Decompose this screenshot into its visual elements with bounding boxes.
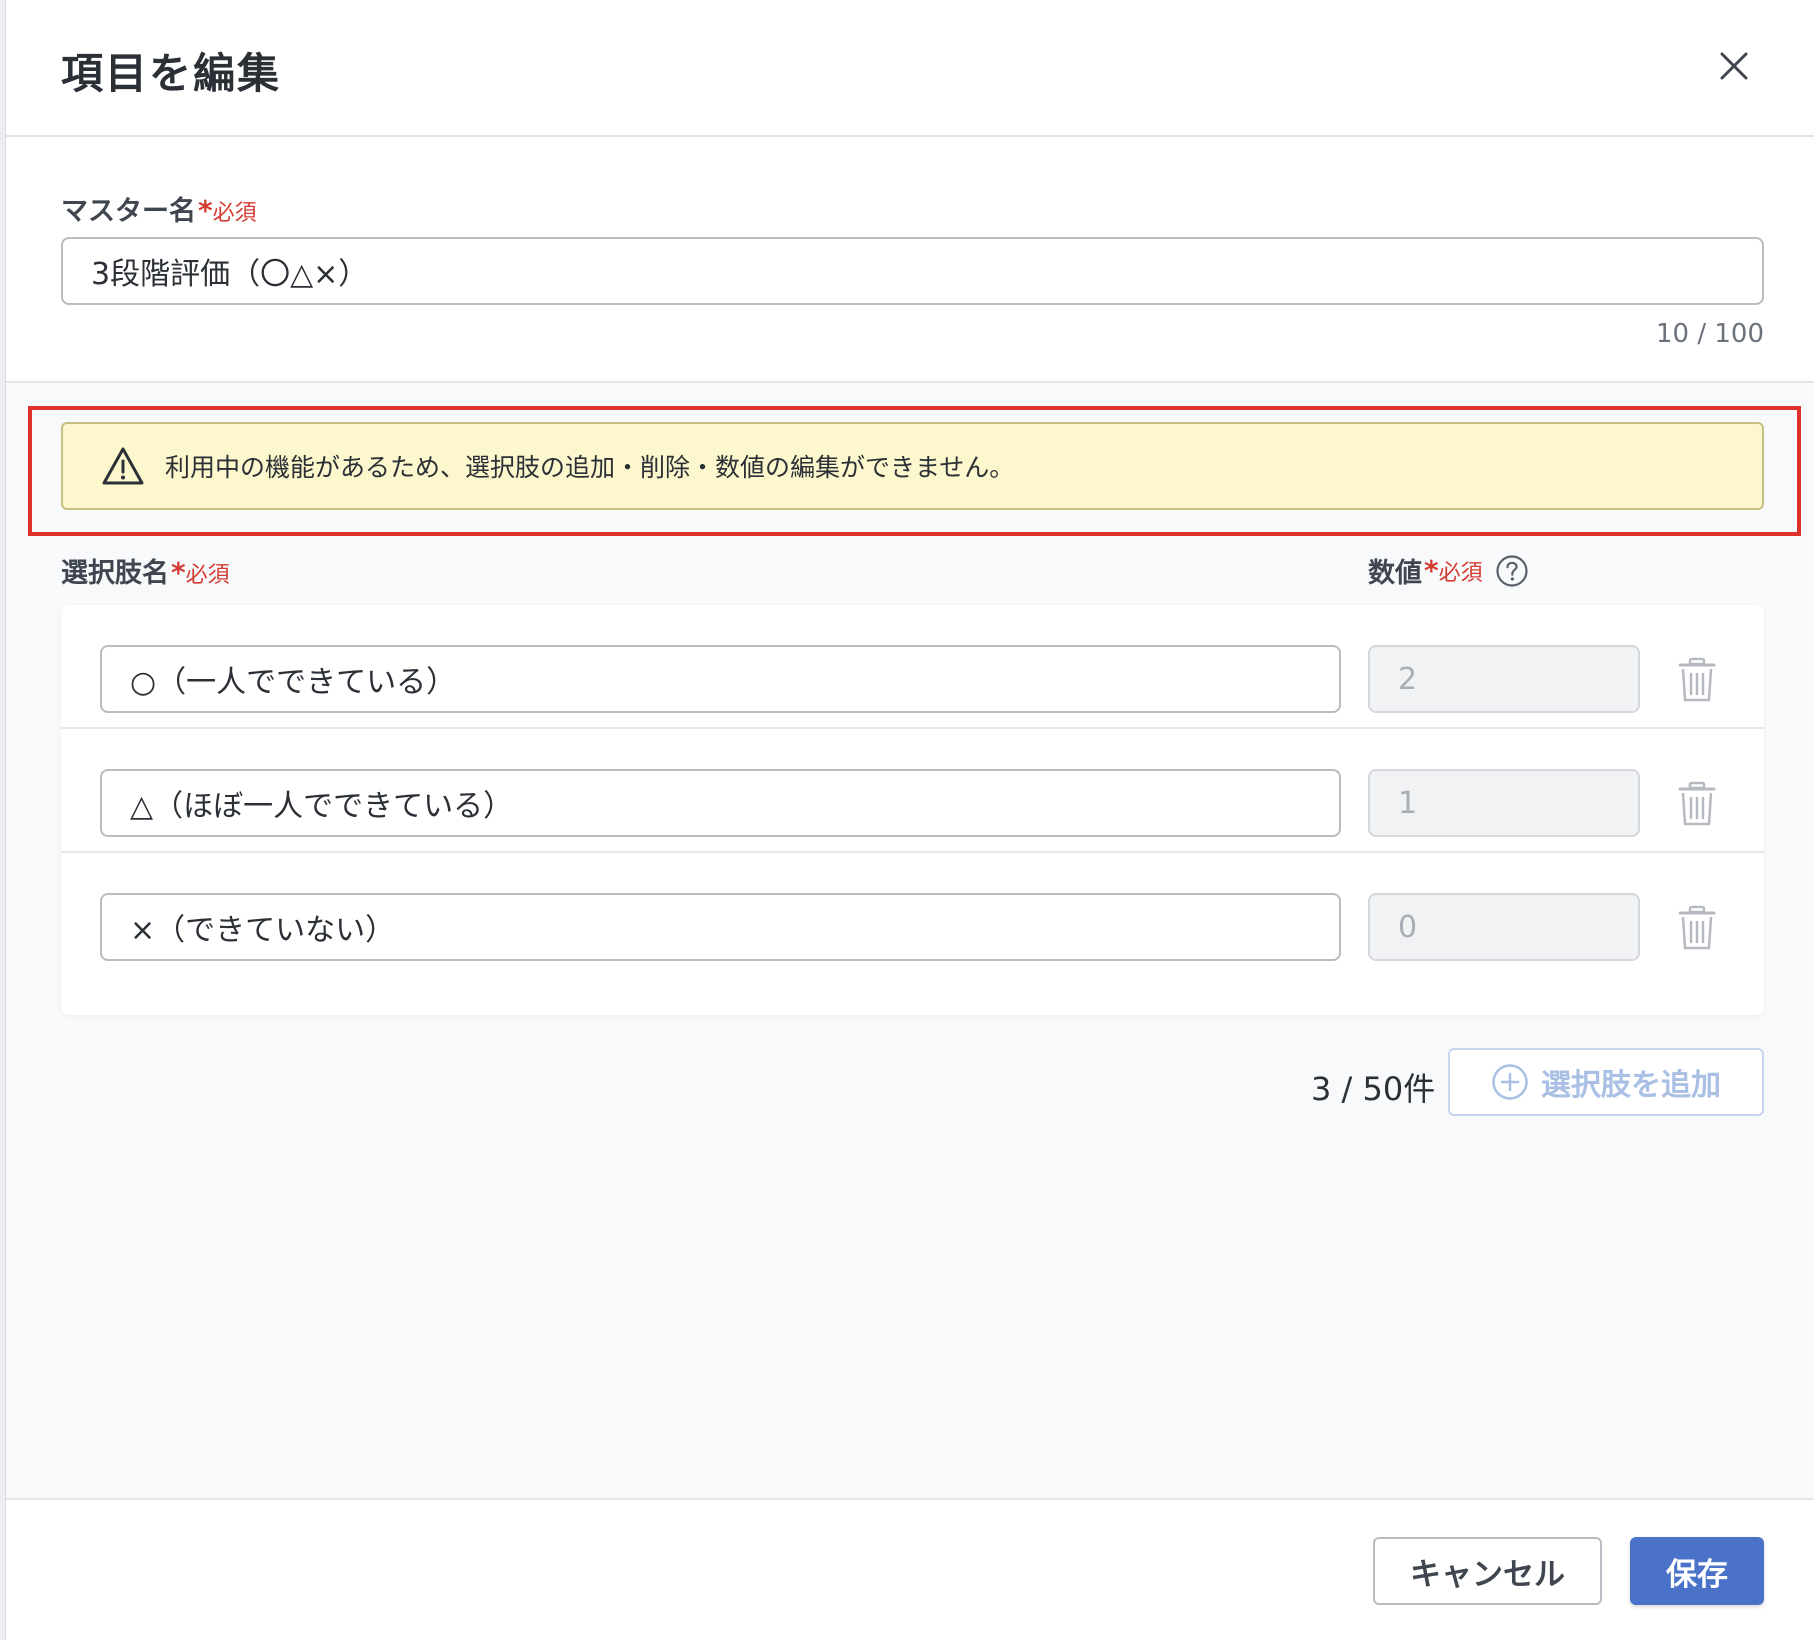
dialog-footer: キャンセル 保存 [6, 1498, 1814, 1640]
master-name-label-text: マスター名 [61, 196, 196, 227]
choices-section: 利用中の機能があるため、選択肢の追加・削除・数値の編集ができません。 選択肢名*… [6, 383, 1814, 1498]
trash-icon [1678, 905, 1716, 950]
required-star: * [171, 556, 186, 589]
required-star: * [1424, 554, 1439, 587]
warning-text: 利用中の機能があるため、選択肢の追加・削除・数値の編集ができません。 [165, 453, 1015, 482]
close-icon [1720, 52, 1748, 80]
plus-circle-icon [1492, 1064, 1528, 1100]
choice-count: 3 / 50件 [1311, 1070, 1436, 1108]
choice-name-label: 選択肢名*必須 [61, 551, 230, 590]
choice-name-value: ○（一人でできている） [130, 665, 457, 700]
choice-value-input: 2 [1368, 645, 1640, 713]
required-text: 必須 [212, 201, 257, 226]
edit-item-dialog: 項目を編集 マスター名*必須 3段階評価（〇△×） 10 / 100 利用中の機… [5, 0, 1814, 1640]
character-counter: 10 / 100 [1656, 319, 1764, 349]
choice-row: ×（できていない） 0 [61, 853, 1764, 977]
choice-value: 1 [1398, 785, 1418, 821]
warning-banner: 利用中の機能があるため、選択肢の追加・削除・数値の編集ができません。 [61, 422, 1764, 510]
value-label: 数値 * 必須 [1368, 551, 1529, 590]
choice-row: ○（一人でできている） 2 [61, 605, 1764, 729]
choice-name-input[interactable]: △（ほぼ一人でできている） [100, 769, 1341, 837]
add-choice-button: 選択肢を追加 [1448, 1048, 1764, 1116]
choice-value-input: 1 [1368, 769, 1640, 837]
choice-name-input[interactable]: ×（できていない） [100, 893, 1341, 961]
choices-footer: 3 / 50件 選択肢を追加 [6, 1048, 1814, 1118]
master-name-section: マスター名*必須 3段階評価（〇△×） 10 / 100 [6, 137, 1814, 383]
choice-value: 2 [1398, 661, 1418, 697]
master-name-value: 3段階評価（〇△×） [91, 257, 369, 292]
choice-value-input: 0 [1368, 893, 1640, 961]
close-button[interactable] [1712, 44, 1756, 88]
dialog-title: 項目を編集 [61, 49, 282, 98]
help-icon[interactable] [1495, 554, 1529, 588]
add-choice-label: 選択肢を追加 [1541, 1068, 1721, 1103]
master-name-label: マスター名*必須 [61, 189, 257, 228]
choice-name-label-text: 選択肢名 [61, 558, 169, 589]
choices-list: ○（一人でできている） 2 △（ほぼ一人でできている） 1 ×（できていない） … [61, 605, 1764, 1015]
required-star: * [198, 194, 213, 227]
value-label-text: 数値 [1368, 558, 1422, 589]
required-text: 必須 [185, 563, 230, 588]
warning-triangle-icon [102, 447, 144, 485]
cancel-button[interactable]: キャンセル [1373, 1537, 1602, 1605]
save-button[interactable]: 保存 [1630, 1537, 1764, 1605]
choice-row: △（ほぼ一人でできている） 1 [61, 729, 1764, 853]
choice-name-input[interactable]: ○（一人でできている） [100, 645, 1341, 713]
trash-icon [1678, 657, 1716, 702]
dialog-header: 項目を編集 [6, 0, 1814, 137]
choice-value: 0 [1398, 909, 1418, 945]
required-text: 必須 [1438, 560, 1483, 586]
trash-icon [1678, 781, 1716, 826]
choice-name-value: ×（できていない） [130, 913, 396, 948]
choice-name-value: △（ほぼ一人でできている） [130, 789, 514, 824]
master-name-input[interactable]: 3段階評価（〇△×） [61, 237, 1764, 305]
